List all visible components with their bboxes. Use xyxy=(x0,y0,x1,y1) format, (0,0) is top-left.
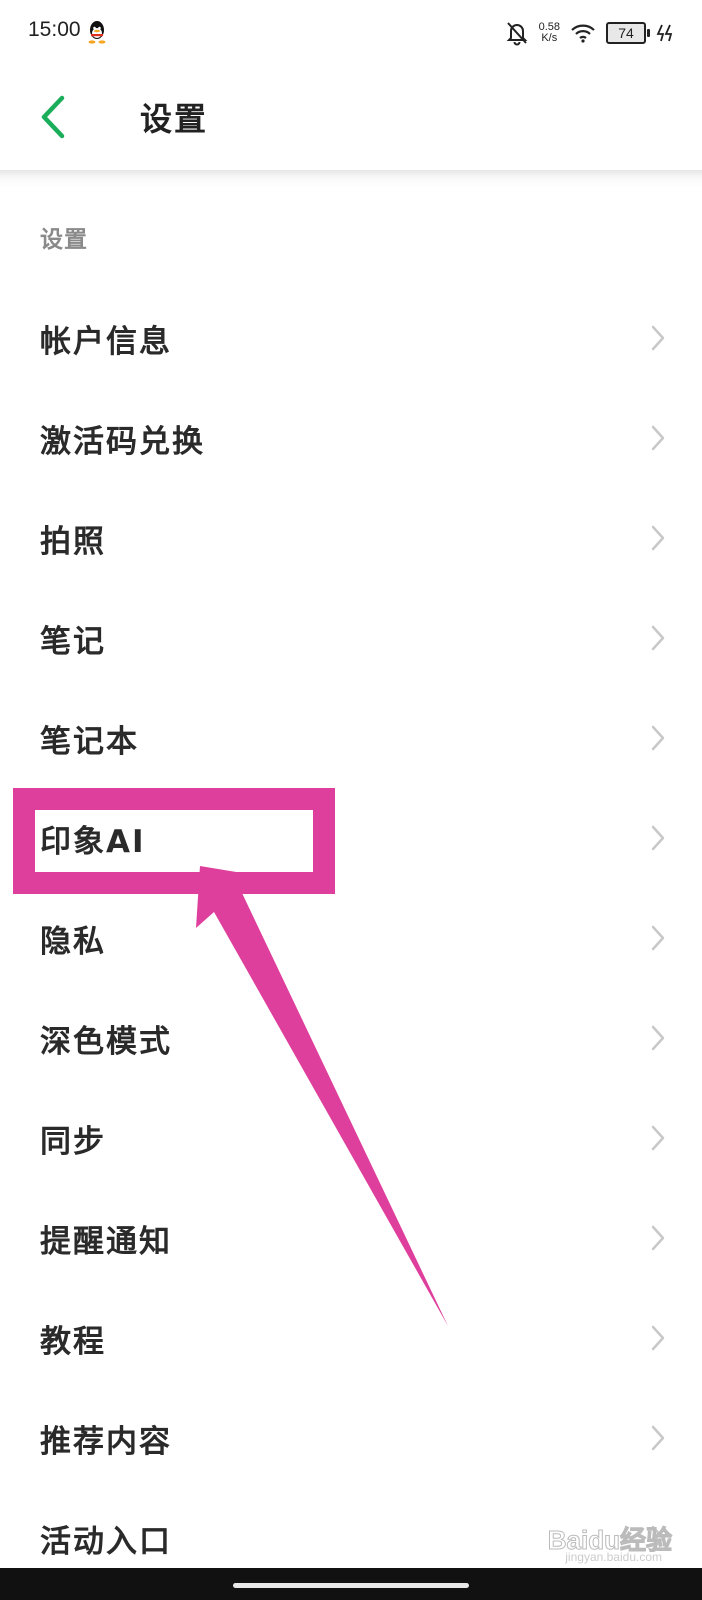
settings-item-notebooks[interactable]: 笔记本 xyxy=(0,688,702,788)
settings-item-tutorial[interactable]: 教程 xyxy=(0,1288,702,1388)
page-title: 设置 xyxy=(140,100,209,138)
settings-item-label: 激活码兑换 xyxy=(40,424,205,460)
settings-item-label: 深色模式 xyxy=(40,1024,172,1060)
settings-item-label: 笔记 xyxy=(40,624,106,660)
watermark-url: jingyan.baidu.com xyxy=(565,1550,662,1564)
chevron-left-icon xyxy=(41,95,65,139)
settings-item-label: 教程 xyxy=(40,1324,106,1360)
app-header: 设置 xyxy=(0,64,702,170)
chevron-right-icon xyxy=(651,1225,665,1251)
battery-level: 74 xyxy=(618,25,634,41)
system-nav-bar xyxy=(0,1568,702,1600)
net-speed-unit: K/s xyxy=(541,32,558,44)
chevron-right-icon xyxy=(651,925,665,951)
qq-icon xyxy=(88,21,106,44)
chevron-right-icon xyxy=(651,825,665,851)
chevron-right-icon xyxy=(651,425,665,451)
settings-item-label: 拍照 xyxy=(40,524,106,560)
chevron-right-icon xyxy=(651,325,665,351)
chevron-right-icon xyxy=(651,625,665,651)
header-divider xyxy=(0,170,702,188)
settings-item-privacy[interactable]: 隐私 xyxy=(0,888,702,988)
home-gesture-bar[interactable] xyxy=(233,1583,469,1588)
chevron-right-icon xyxy=(651,1125,665,1151)
charging-icon xyxy=(656,24,673,42)
settings-item-label: 同步 xyxy=(40,1124,106,1160)
settings-item-recommended[interactable]: 推荐内容 xyxy=(0,1388,702,1488)
chevron-right-icon xyxy=(651,1025,665,1051)
annotation-highlight-box xyxy=(13,788,335,894)
settings-item-activation-code[interactable]: 激活码兑换 xyxy=(0,388,702,488)
wifi-icon xyxy=(571,24,595,43)
status-time: 15:00 xyxy=(28,18,81,41)
chevron-right-icon xyxy=(651,1425,665,1451)
settings-item-dark-mode[interactable]: 深色模式 xyxy=(0,988,702,1088)
chevron-right-icon xyxy=(651,725,665,751)
settings-list: 帐户信息 激活码兑换 拍照 笔记 笔记本 印象AI 隐私 深色模式 同步 提醒通… xyxy=(0,288,702,1588)
settings-item-camera[interactable]: 拍照 xyxy=(0,488,702,588)
network-speed: 0.58 K/s xyxy=(539,22,560,44)
back-button[interactable] xyxy=(30,92,80,142)
battery-icon: 74 xyxy=(606,22,650,44)
status-bar: 15:00 0.58 K/s 74 xyxy=(0,0,702,64)
settings-item-label: 帐户信息 xyxy=(40,324,172,360)
settings-item-notes[interactable]: 笔记 xyxy=(0,588,702,688)
settings-item-account-info[interactable]: 帐户信息 xyxy=(0,288,702,388)
settings-item-sync[interactable]: 同步 xyxy=(0,1088,702,1188)
section-label: 设置 xyxy=(40,227,88,253)
settings-item-label: 笔记本 xyxy=(40,724,139,760)
chevron-right-icon xyxy=(651,1325,665,1351)
settings-item-label: 推荐内容 xyxy=(40,1424,172,1460)
settings-item-label: 活动入口 xyxy=(40,1524,172,1560)
settings-item-label: 隐私 xyxy=(40,924,106,960)
chevron-right-icon xyxy=(651,525,665,551)
settings-item-label: 提醒通知 xyxy=(40,1224,172,1260)
settings-item-reminders[interactable]: 提醒通知 xyxy=(0,1188,702,1288)
bell-off-icon xyxy=(506,22,527,46)
